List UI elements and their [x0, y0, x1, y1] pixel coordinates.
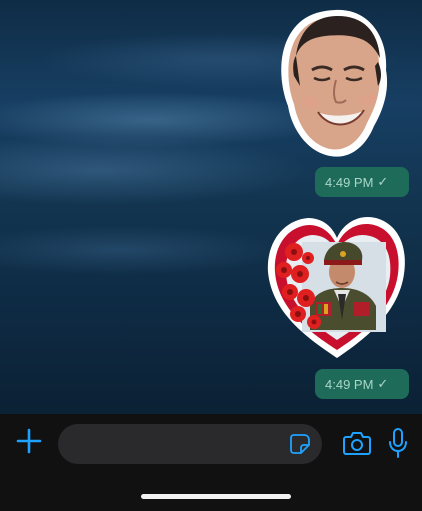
- message-time-badge: 4:49 PM ✓: [315, 167, 409, 197]
- check-icon: ✓: [377, 376, 389, 391]
- sticker-icon[interactable]: [289, 433, 311, 455]
- check-icon: ✓: [377, 174, 389, 189]
- home-indicator[interactable]: [141, 494, 291, 499]
- plus-icon[interactable]: [16, 428, 42, 454]
- message-time: 4:49 PM: [325, 376, 374, 392]
- camera-icon[interactable]: [343, 430, 371, 456]
- message-time: 4:49 PM: [325, 174, 374, 190]
- face-sticker[interactable]: [278, 6, 392, 162]
- chat-screen: 4:49 PM ✓ 4:49 PM ✓: [0, 0, 422, 511]
- message-time-badge: 4:49 PM ✓: [315, 369, 409, 399]
- heart-portrait-sticker[interactable]: [264, 212, 410, 364]
- microphone-icon[interactable]: [387, 427, 409, 459]
- message-input[interactable]: [58, 424, 322, 464]
